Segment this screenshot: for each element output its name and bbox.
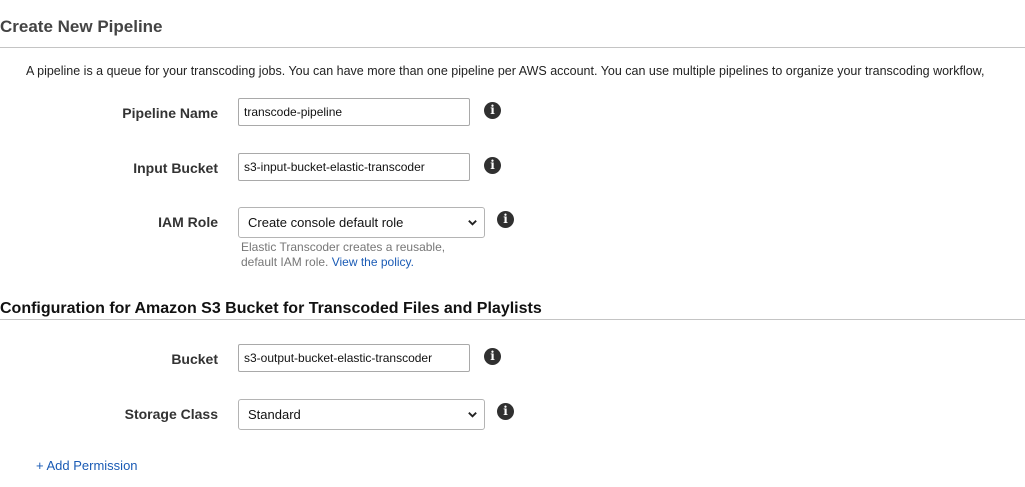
input-bucket-label: Input Bucket (133, 160, 218, 176)
iam-role-selected-value: Create console default role (248, 215, 404, 230)
info-icon[interactable]: i (497, 211, 514, 228)
page-title: Create New Pipeline (0, 17, 163, 36)
add-permission-link[interactable]: + Add Permission (36, 458, 138, 473)
output-bucket-input[interactable] (238, 344, 470, 372)
info-icon[interactable]: i (484, 102, 501, 119)
chevron-down-icon (468, 412, 477, 418)
chevron-down-icon (468, 220, 477, 226)
storage-class-selected-value: Standard (248, 407, 301, 422)
title-divider (0, 47, 1025, 48)
iam-role-help: Elastic Transcoder creates a reusable, d… (241, 240, 471, 270)
pipeline-name-label: Pipeline Name (122, 105, 218, 121)
input-bucket-input[interactable] (238, 153, 470, 181)
info-icon[interactable]: i (497, 403, 514, 420)
info-icon[interactable]: i (484, 157, 501, 174)
pipeline-name-input[interactable] (238, 98, 470, 126)
view-policy-link[interactable]: View the policy. (332, 255, 414, 269)
output-bucket-label: Bucket (171, 351, 218, 367)
iam-role-select[interactable]: Create console default role (238, 207, 485, 238)
info-icon[interactable]: i (484, 348, 501, 365)
storage-class-label: Storage Class (124, 406, 218, 422)
storage-class-select[interactable]: Standard (238, 399, 485, 430)
section-divider (0, 319, 1025, 320)
iam-role-label: IAM Role (158, 214, 218, 230)
output-config-title: Configuration for Amazon S3 Bucket for T… (0, 300, 542, 317)
intro-text: A pipeline is a queue for your transcodi… (26, 64, 985, 78)
